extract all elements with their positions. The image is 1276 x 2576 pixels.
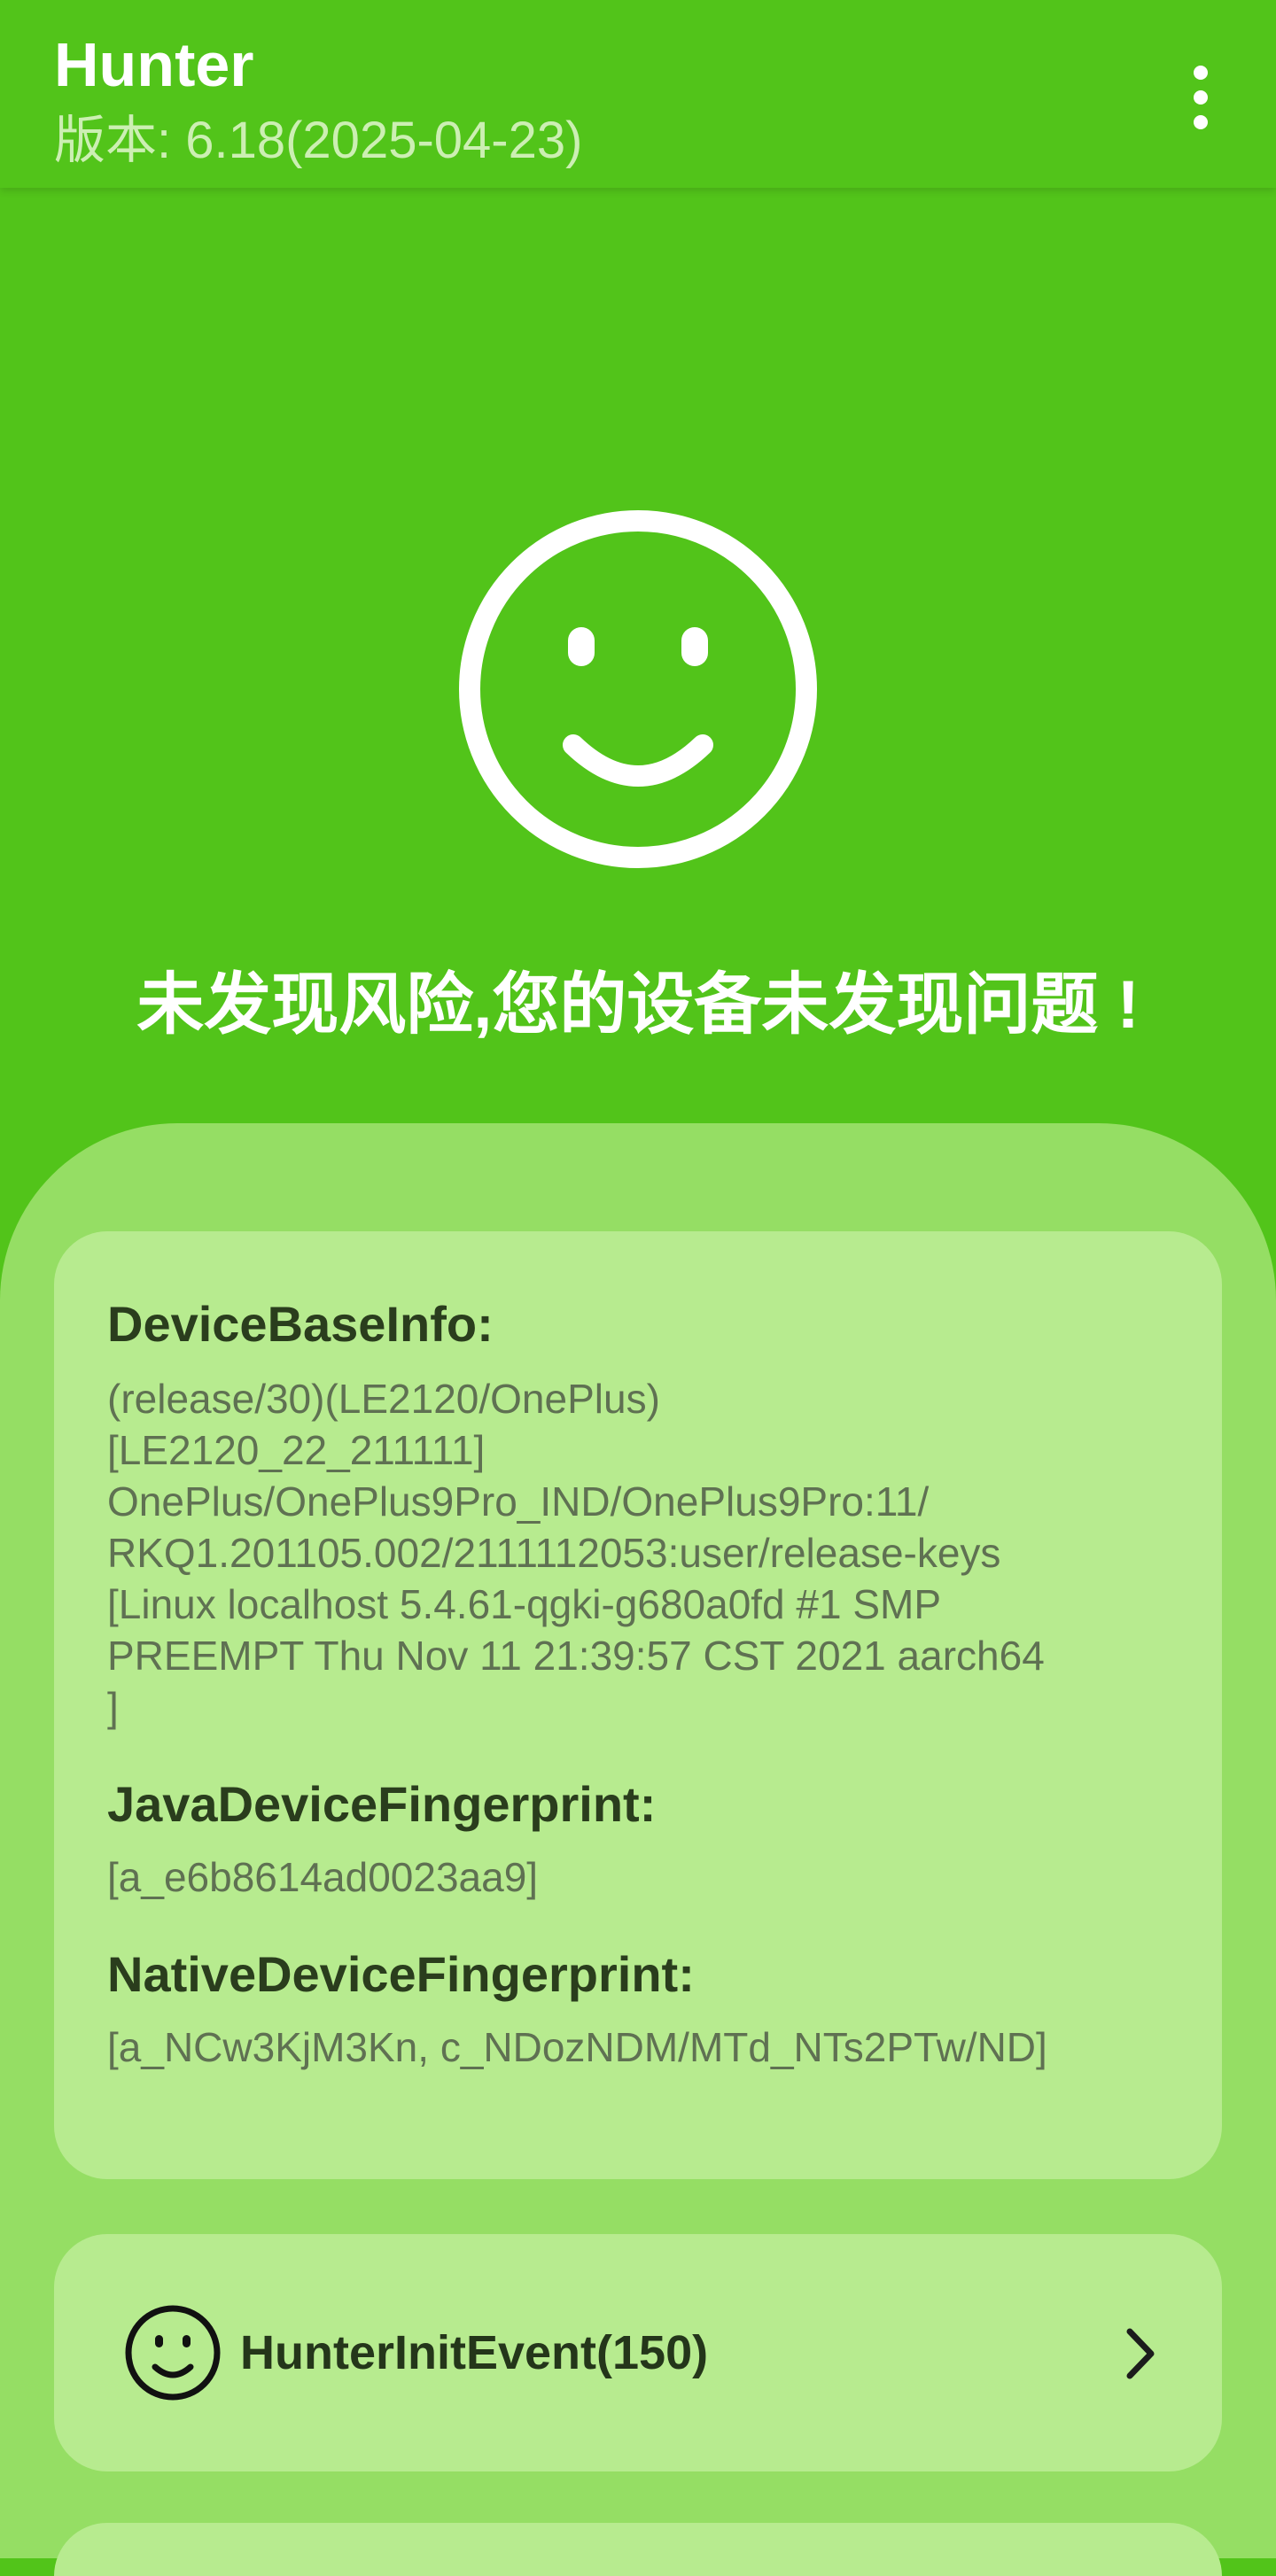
device-base-info-line: ]	[107, 1684, 119, 1730]
app-title: Hunter	[54, 30, 254, 99]
status-message: 未发现风险,您的设备未发现问题 !	[136, 967, 1140, 1043]
smiley-face-icon	[458, 509, 818, 869]
app-bar: Hunter 版本: 6.18(2025-04-23)	[0, 0, 1276, 188]
more-vertical-icon	[1194, 66, 1208, 129]
device-base-info-line: OnePlus/OnePlus9Pro_IND/OnePlus9Pro:11/	[107, 1478, 930, 1525]
event-label: HunterInitEvent(150)	[240, 2326, 709, 2379]
more-options-button[interactable]	[1170, 62, 1232, 133]
native-fingerprint-value: [a_NCw3KjM3Kn, c_NDozNDM/MTd_NTs2PTw/ND]	[107, 2024, 1047, 2070]
device-base-info-line: [LE2120_22_211111]	[107, 1427, 486, 1473]
device-base-info-title: DeviceBaseInfo:	[107, 1296, 494, 1352]
device-base-info-line: [Linux localhost 5.4.61-qgki-g680a0fd #1…	[107, 1581, 942, 1627]
event-item-hunter-init[interactable]: HunterInitEvent(150)	[54, 2234, 1222, 2471]
next-event-card[interactable]	[54, 2523, 1222, 2576]
native-fingerprint-title: NativeDeviceFingerprint:	[107, 1946, 695, 2002]
chevron-right-icon	[1109, 2323, 1171, 2385]
device-base-info-line: RKQ1.201105.002/2111112053:user/release-…	[107, 1530, 1001, 1576]
java-fingerprint-title: JavaDeviceFingerprint:	[107, 1776, 657, 1832]
smiley-face-icon	[123, 2303, 222, 2402]
device-base-info-line: PREEMPT Thu Nov 11 21:39:57 CST 2021 aar…	[107, 1633, 1045, 1679]
app-version: 版本: 6.18(2025-04-23)	[54, 112, 583, 169]
device-info-card: DeviceBaseInfo: (release/30)(LE2120/OneP…	[54, 1231, 1222, 2179]
device-base-info-value: (release/30)(LE2120/OnePlus) [LE2120_22_…	[107, 1373, 1162, 1733]
device-base-info-line: (release/30)(LE2120/OnePlus)	[107, 1376, 660, 1422]
java-fingerprint-value: [a_e6b8614ad0023aa9]	[107, 1854, 539, 1900]
